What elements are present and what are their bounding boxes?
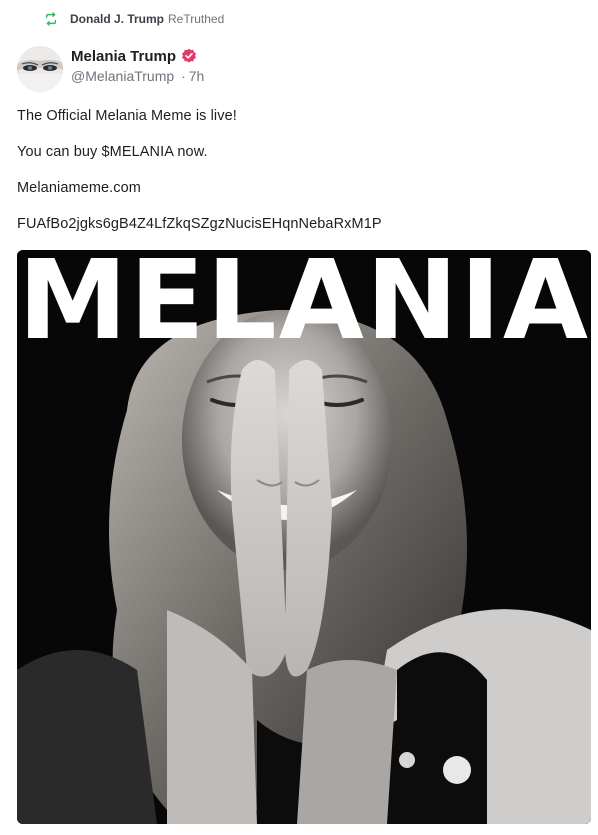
meta-separator: · — [181, 68, 186, 84]
retruth-user-link[interactable]: Donald J. Trump — [70, 12, 164, 26]
post-text-line-2: You can buy $MELANIA now. — [17, 144, 208, 160]
author-handle[interactable]: @MelaniaTrump — [71, 68, 174, 84]
author-info: Melania Trump @MelaniaTrump · 7h — [71, 46, 204, 85]
post-link[interactable]: Melaniameme.com — [17, 180, 141, 196]
media-headline: MELANIA — [18, 250, 590, 364]
truth-post: Donald J. Trump ReTruthed Melania Trump … — [0, 0, 598, 835]
author-name[interactable]: Melania Trump — [71, 48, 176, 65]
avatar[interactable] — [17, 46, 63, 92]
retruth-label: ReTruthed — [168, 12, 225, 26]
avatar-image — [17, 46, 63, 92]
verified-badge-icon — [182, 48, 197, 63]
post-timestamp[interactable]: 7h — [189, 68, 205, 84]
melania-photo: MELANIA — [17, 250, 591, 824]
retruth-header: Donald J. Trump ReTruthed — [44, 11, 224, 27]
post-text-line-4: FUAfBo2jgks6gB4Z4LfZkqSZgzNucisEHqnNebaR… — [17, 216, 382, 232]
post-text-line-1: The Official Melania Meme is live! — [17, 108, 237, 124]
post-media-image[interactable]: MELANIA — [17, 250, 591, 824]
retruth-icon — [45, 12, 57, 26]
author-meta: @MelaniaTrump · 7h — [71, 68, 204, 84]
